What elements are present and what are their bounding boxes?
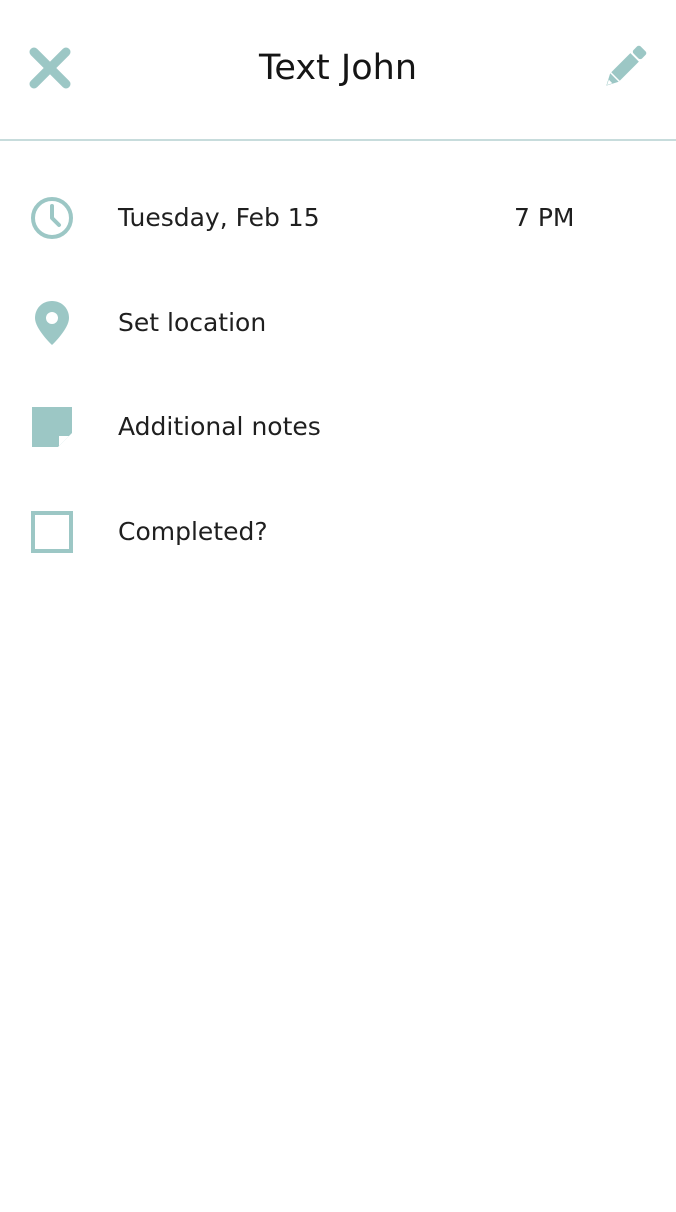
notes-row[interactable]: Additional notes xyxy=(0,387,676,467)
datetime-row[interactable]: Tuesday, Feb 15 7 PM xyxy=(0,178,676,258)
edit-button[interactable] xyxy=(596,40,652,96)
location-input[interactable]: Set location xyxy=(118,307,266,339)
sticky-note-icon xyxy=(22,397,82,457)
page-title: Text John xyxy=(258,48,417,88)
date-value[interactable]: Tuesday, Feb 15 xyxy=(118,202,320,234)
notes-input[interactable]: Additional notes xyxy=(118,411,321,443)
time-value[interactable]: 7 PM xyxy=(514,202,575,234)
clock-icon xyxy=(22,188,82,248)
header-bar: Text John xyxy=(0,0,676,141)
close-icon xyxy=(29,47,71,89)
pencil-icon xyxy=(606,45,647,86)
close-button[interactable] xyxy=(24,42,76,94)
completed-label: Completed? xyxy=(118,517,268,546)
completed-row[interactable]: Completed? xyxy=(0,492,676,572)
checkbox-icon[interactable] xyxy=(22,502,82,562)
map-pin-icon xyxy=(22,293,82,353)
location-row[interactable]: Set location xyxy=(0,283,676,363)
